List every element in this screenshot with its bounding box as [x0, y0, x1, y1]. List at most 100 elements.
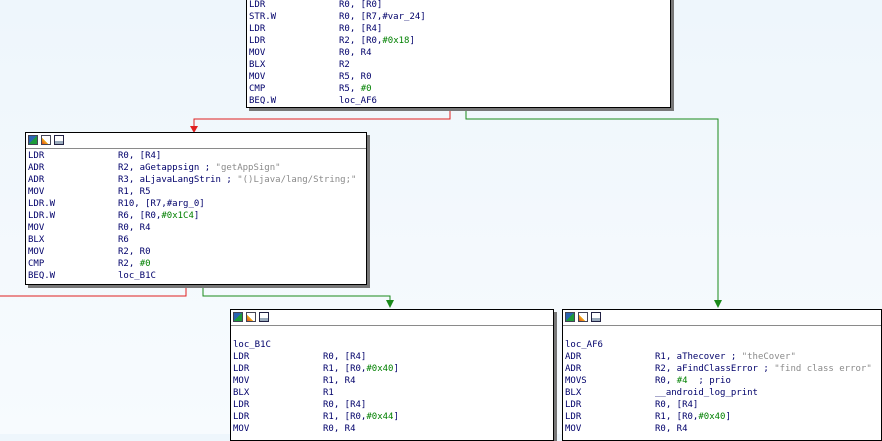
text-view-icon[interactable] [54, 135, 64, 145]
mnemonic: MOV [233, 424, 250, 434]
operands: R6, [R0,#0x1C4] [118, 211, 200, 221]
instruction-row[interactable]: LDR R1, [R0,#0x40] [565, 411, 879, 423]
mnemonic: LDR [233, 412, 250, 422]
instruction-row[interactable]: LDR R0, [R4] [249, 23, 668, 35]
instruction-row[interactable]: MOV R0, R4 [28, 222, 364, 234]
instruction-row[interactable]: MOV R2, R0 [28, 246, 364, 258]
mnemonic: BLX [28, 235, 45, 245]
instruction-row[interactable]: CMP R2, #0 [28, 258, 364, 270]
instruction-row[interactable]: ADR R2, aFindClassError ; "find class err… [565, 363, 879, 375]
arrow-top-true [714, 300, 722, 308]
mnemonic: LDR [233, 364, 250, 374]
code-block-top[interactable]: LDR R0, [R0] STR.W R0, [R7,#var_24] LDR R0, [… [246, 0, 671, 108]
operands: R2, aGetappsign ; [118, 163, 211, 173]
instruction-row[interactable]: MOV R0, R4 [249, 47, 668, 59]
color-icon[interactable] [578, 312, 588, 322]
string-comment: "find class error" [768, 364, 872, 374]
mnemonic: MOV [565, 424, 582, 434]
instruction-row[interactable]: BLX R6 [28, 234, 364, 246]
instruction-row[interactable]: BEQ.W loc_AF6 [249, 95, 668, 107]
instruction-row[interactable]: LDR R0, [R4] [233, 351, 551, 363]
text-view-icon[interactable] [591, 312, 601, 322]
string-comment: "()Ljava/lang/String;" [231, 175, 357, 185]
operands: R1, [R0,#0x44] [323, 412, 399, 422]
instruction-row[interactable]: MOV R1, R4 [233, 375, 551, 387]
text-view-icon[interactable] [259, 312, 269, 322]
operands: R0, R4 [655, 424, 688, 434]
operands: R0, [R4] [655, 400, 699, 410]
instruction-row[interactable]: BLX R1 [233, 387, 551, 399]
location-label[interactable]: loc_B1C [233, 339, 551, 351]
instruction-row[interactable]: BLX R2 [249, 59, 668, 71]
edge-top-true [465, 108, 719, 302]
mnemonic: LDR.W [28, 199, 56, 209]
mnemonic: BLX [249, 60, 266, 70]
instruction-row[interactable]: MOV R5, R0 [249, 71, 668, 83]
string-comment: "theCover" [736, 352, 796, 362]
operands: R1, [R0,#0x40] [655, 412, 731, 422]
mnemonic: MOV [28, 223, 45, 233]
code-block-loc-af6[interactable]: loc_AF6 ADR R1, aThecover ; "theCover" ADR… [562, 309, 882, 441]
instruction-row[interactable]: LDR R0, [R0] [249, 0, 668, 11]
edge-top-false [193, 108, 451, 128]
code-block-loc-b1c-body: loc_B1C LDR R0, [R4] LDR R1, [R0,#0x40] MOV R… [231, 326, 553, 437]
mnemonic: ADR [28, 163, 45, 173]
operands: R0, [R4] [323, 400, 367, 410]
instruction-row[interactable]: MOV R0, R4 [565, 423, 879, 435]
mnemonic: MOV [249, 48, 266, 58]
instruction-row[interactable]: BEQ.W loc_B1C [28, 270, 364, 282]
instruction-row[interactable]: LDR.W R10, [R7,#arg_0] [28, 198, 364, 210]
mnemonic: ADR [565, 352, 582, 362]
mnemonic: LDR [233, 352, 250, 362]
instruction-row[interactable]: LDR R1, [R0,#0x44] [233, 411, 551, 423]
code-block-loc-b1c[interactable]: loc_B1C LDR R0, [R4] LDR R1, [R0,#0x40] MOV R… [230, 309, 554, 441]
mnemonic: MOV [249, 72, 266, 82]
operands: __android_log_print [655, 388, 758, 398]
block-header [26, 133, 366, 149]
instruction-row[interactable]: ADR R3, aLjavaLangStrin ; "()Ljava/lang/S… [28, 174, 364, 186]
operands: R0, [R4] [323, 352, 367, 362]
instruction-row[interactable]: MOV R0, R4 [233, 423, 551, 435]
edge-left-true [202, 284, 391, 302]
instruction-row[interactable]: LDR.W R6, [R0,#0x1C4] [28, 210, 364, 222]
color-icon[interactable] [41, 135, 51, 145]
graph-overview-icon[interactable] [233, 312, 243, 322]
block-header [231, 310, 553, 326]
instruction-row[interactable]: LDR R0, [R4] [28, 150, 364, 162]
mnemonic: BEQ.W [28, 271, 56, 281]
code-block-getappsign[interactable]: LDR R0, [R4] ADR R2, aGetappsign ; "getAppS… [25, 132, 367, 285]
operands: R0, [R0] [339, 0, 383, 10]
arrow-left-true [386, 300, 394, 308]
instruction-list: ADR R1, aThecover ; "theCover" ADR R2, aFin… [565, 351, 879, 435]
instruction-row[interactable]: STR.W R0, [R7,#var_24] [249, 11, 668, 23]
instruction-row[interactable]: LDR R2, [R0,#0x18] [249, 35, 668, 47]
instruction-row[interactable]: ADR R1, aThecover ; "theCover" [565, 351, 879, 363]
instruction-row[interactable]: MOV R1, R5 [28, 186, 364, 198]
mnemonic: MOV [28, 187, 45, 197]
operands: R0, [R4] [339, 24, 383, 34]
string-comment: "getAppSign" [210, 163, 281, 173]
mnemonic: LDR [249, 24, 266, 34]
mnemonic: LDR [233, 400, 250, 410]
operands: loc_B1C [118, 271, 156, 281]
mnemonic: LDR [565, 412, 582, 422]
instruction-row[interactable]: MOVS R0, #4 ; prio [565, 375, 879, 387]
instruction-row[interactable]: LDR R1, [R0,#0x40] [233, 363, 551, 375]
graph-overview-icon[interactable] [28, 135, 38, 145]
block-header [563, 310, 881, 326]
instruction-row[interactable]: BLX __android_log_print [565, 387, 879, 399]
instruction-row[interactable]: CMP R5, #0 [249, 83, 668, 95]
graph-overview-icon[interactable] [565, 312, 575, 322]
mnemonic: LDR [565, 400, 582, 410]
instruction-row[interactable]: LDR R0, [R4] [565, 399, 879, 411]
location-label[interactable]: loc_AF6 [565, 339, 879, 351]
operands: R0, R4 [339, 48, 372, 58]
instruction-row[interactable]: LDR R0, [R4] [233, 399, 551, 411]
mnemonic: BEQ.W [249, 96, 277, 106]
mnemonic: LDR.W [28, 211, 56, 221]
instruction-row[interactable]: ADR R2, aGetappsign ; "getAppSign" [28, 162, 364, 174]
code-block-top-body: LDR R0, [R0] STR.W R0, [R7,#var_24] LDR R0, [… [247, 0, 670, 109]
color-icon[interactable] [246, 312, 256, 322]
operands: R0, #4 ; prio [655, 376, 731, 386]
mnemonic: LDR [28, 151, 45, 161]
